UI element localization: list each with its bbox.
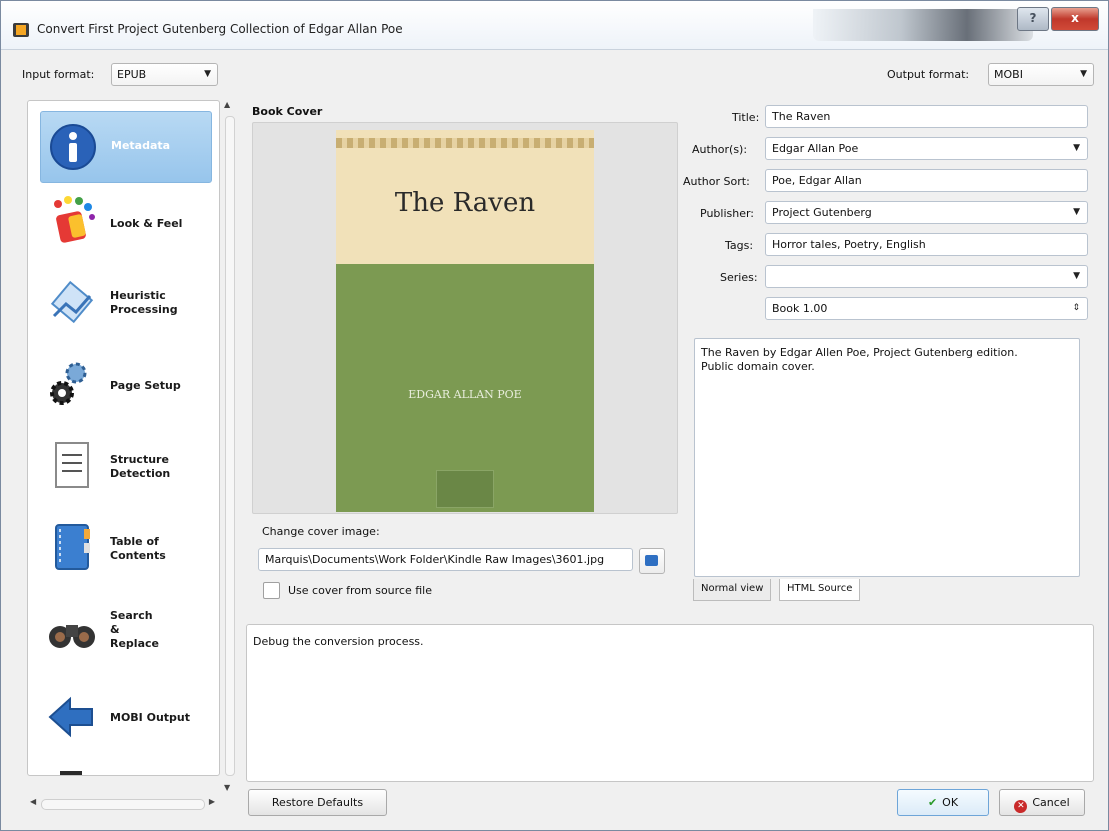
tab-normal-view[interactable]: Normal view (693, 579, 772, 601)
title-input[interactable]: The Raven (765, 105, 1088, 128)
restore-defaults-button[interactable]: Restore Defaults (248, 789, 387, 816)
series-index-value: Book 1.00 (772, 302, 828, 315)
output-format-value: MOBI (994, 68, 1023, 81)
author-sort-label: Author Sort: (683, 175, 750, 188)
sidebar-item-table-of-contents[interactable]: Table of Contents (40, 513, 210, 583)
output-format-label: Output format: (887, 68, 970, 81)
cover-author: EDGAR ALLAN POE (408, 388, 522, 401)
cover-title: The Raven (394, 188, 536, 218)
chevron-down-icon: ▼ (204, 69, 211, 79)
scroll-left-icon[interactable]: ◀ (30, 797, 36, 806)
checkmark-icon: ✔ (927, 796, 938, 809)
series-select[interactable]: ▼ (765, 265, 1088, 288)
cover-publisher-mark (436, 470, 494, 508)
arrow-left-icon (48, 696, 93, 738)
sidebar-horizontal-scrollbar[interactable]: ◀ ▶ (27, 796, 218, 812)
paint-icon (54, 196, 95, 243)
convert-dialog: Convert First Project Gutenberg Collecti… (0, 0, 1109, 831)
input-format-value: EPUB (117, 68, 147, 81)
sidebar-item-debug[interactable] (40, 765, 210, 775)
output-format-select[interactable]: MOBI ▼ (988, 63, 1094, 86)
series-index-spinbox[interactable]: Book 1.00 ⇕ (765, 297, 1088, 320)
scroll-down-icon[interactable]: ▼ (224, 783, 230, 792)
cancel-label: Cancel (1032, 796, 1070, 809)
sidebar-item-page-setup[interactable]: Page Setup (40, 351, 210, 421)
gears-icon (50, 362, 87, 405)
help-text-area: Debug the conversion process. (246, 624, 1094, 782)
use-cover-label: Use cover from source file (288, 584, 432, 597)
sidebar-item-mobi-output[interactable]: MOBI Output (40, 683, 210, 753)
publisher-value: Project Gutenberg (772, 206, 872, 219)
ok-button[interactable]: ✔ OK (897, 789, 989, 816)
sidebar-item-metadata[interactable]: Metadata (40, 111, 212, 183)
info-icon (50, 124, 96, 170)
sidebar-item-label: Look & Feel (110, 217, 183, 230)
cover-path-input[interactable]: Marquis\Documents\Work Folder\Kindle Raw… (258, 548, 633, 571)
sidebar-item-label: Heuristic Processing (110, 289, 178, 316)
sidebar-item-look-feel[interactable]: Look & Feel (40, 189, 210, 259)
publisher-select[interactable]: Project Gutenberg ▼ (765, 201, 1088, 224)
scroll-up-icon[interactable]: ▲ (224, 100, 230, 109)
window-title: Convert First Project Gutenberg Collecti… (37, 22, 403, 36)
author-sort-input[interactable]: Poe, Edgar Allan (765, 169, 1088, 192)
authors-value: Edgar Allan Poe (772, 142, 859, 155)
cancel-button[interactable]: ✕ Cancel (999, 789, 1085, 816)
bug-icon (60, 771, 82, 775)
title-label: Title: (732, 111, 760, 124)
book-cover-heading: Book Cover (252, 105, 323, 118)
browse-cover-button[interactable] (639, 548, 665, 574)
cover-image: The Raven EDGAR ALLAN POE (336, 130, 594, 512)
sidebar-item-label: Search & Replace (110, 609, 159, 650)
chevron-down-icon: ▼ (1080, 69, 1087, 79)
cover-ornament (336, 138, 594, 148)
input-format-select[interactable]: EPUB ▼ (111, 63, 218, 86)
series-label: Series: (720, 271, 758, 284)
sidebar-item-search-replace[interactable]: Search & Replace (40, 595, 210, 665)
input-format-label: Input format: (22, 68, 95, 81)
spinner-icon[interactable]: ⇕ (1072, 298, 1080, 319)
tab-html-source[interactable]: HTML Source (779, 579, 861, 601)
scroll-track[interactable] (225, 116, 235, 776)
authors-label: Author(s): (692, 143, 748, 156)
sidebar-item-label: MOBI Output (110, 711, 191, 724)
ok-label: OK (942, 796, 959, 809)
sidebar-item-structure-detection[interactable]: Structure Detection (40, 431, 210, 501)
calibre-app-icon (13, 23, 29, 37)
use-cover-checkbox[interactable] (263, 582, 280, 599)
sidebar-item-label: Structure Detection (110, 453, 171, 480)
sidebar-item-heuristic-processing[interactable]: Heuristic Processing (40, 269, 210, 339)
sidebar-item-label: Page Setup (110, 379, 181, 392)
comments-editor[interactable]: The Raven by Edgar Allen Poe, Project Gu… (694, 338, 1080, 577)
title-bar-glass (813, 9, 1033, 41)
sidebar-item-label: Metadata (111, 139, 171, 152)
scroll-track[interactable] (41, 799, 205, 810)
binoculars-icon (49, 625, 95, 648)
close-button[interactable]: x (1051, 7, 1099, 31)
heuristics-icon (50, 280, 94, 324)
authors-select[interactable]: Edgar Allan Poe ▼ (765, 137, 1088, 160)
tags-label: Tags: (725, 239, 754, 252)
tags-input[interactable]: Horror tales, Poetry, English (765, 233, 1088, 256)
help-button[interactable]: ? (1017, 7, 1049, 31)
save-icon (645, 555, 658, 566)
chevron-down-icon: ▼ (1073, 207, 1080, 217)
sidebar-vertical-scrollbar[interactable]: ▲ ▼ (221, 100, 237, 792)
publisher-label: Publisher: (700, 207, 755, 220)
title-bar: Convert First Project Gutenberg Collecti… (1, 1, 1108, 50)
document-icon (55, 442, 89, 488)
sidebar: Metadata Look & Feel Heuristic Processin… (27, 100, 220, 776)
cancel-icon: ✕ (1014, 800, 1028, 813)
change-cover-label: Change cover image: (262, 525, 380, 538)
chevron-down-icon: ▼ (1073, 271, 1080, 281)
scroll-right-icon[interactable]: ▶ (209, 797, 215, 806)
sidebar-item-label: Table of Contents (110, 535, 166, 562)
chevron-down-icon: ▼ (1073, 143, 1080, 153)
toc-book-icon (55, 524, 90, 570)
